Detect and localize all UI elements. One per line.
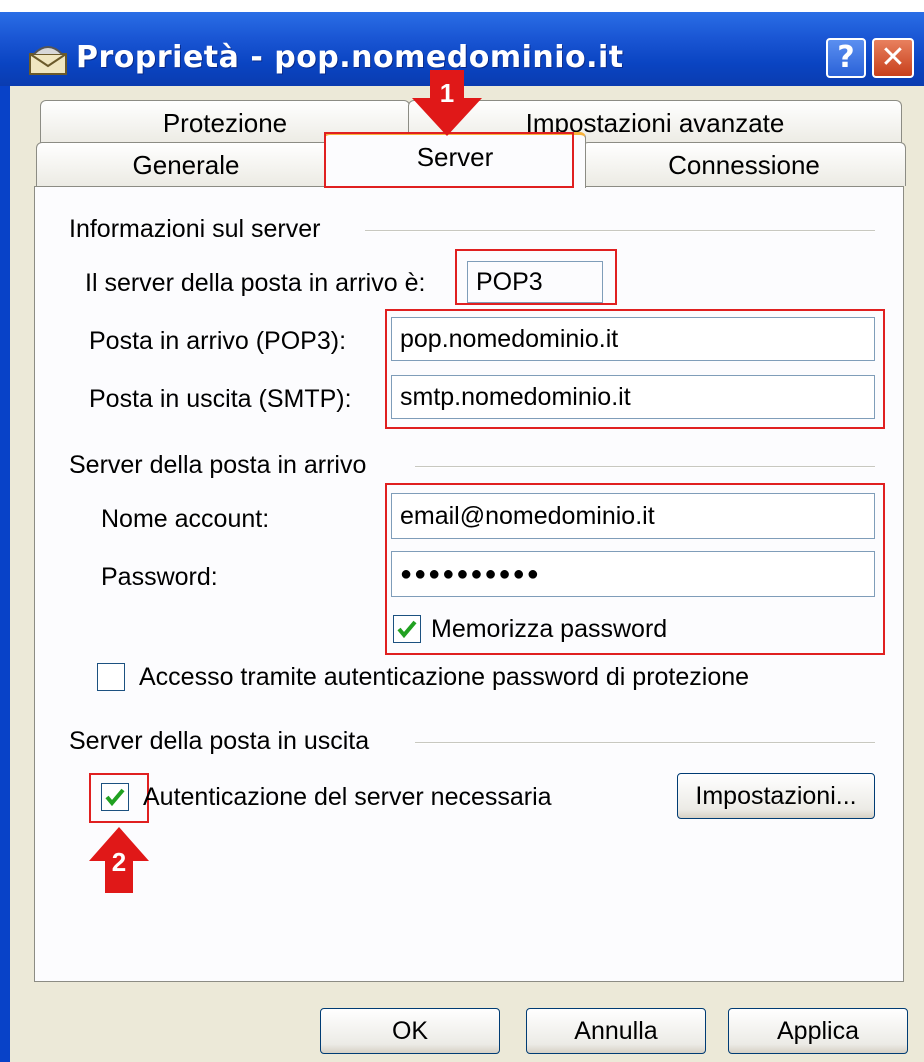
password-label: Password:	[101, 563, 218, 591]
apply-button[interactable]: Applica	[728, 1008, 908, 1054]
group-divider	[415, 742, 875, 744]
group-divider	[365, 230, 875, 232]
close-button[interactable]: ✕	[872, 38, 914, 78]
server-tab-panel: Informazioni sul server Il server della …	[34, 186, 904, 982]
outgoing-heading: Server della posta in uscita	[69, 727, 370, 755]
marker-1-label: 1	[440, 78, 454, 108]
smtp-label: Posta in uscita (SMTP):	[89, 385, 352, 413]
incoming-type-label: Il server della posta in arrivo è:	[85, 269, 426, 297]
server-info-heading: Informazioni sul server	[69, 215, 321, 243]
marker-2-label: 2	[112, 847, 126, 877]
account-label: Nome account:	[101, 505, 270, 533]
marker-2-arrow-icon: 2	[89, 827, 149, 893]
dialog-body: Protezione Impostazioni avanzate General…	[10, 70, 924, 1062]
server-tab-highlight	[324, 132, 574, 188]
server-auth-highlight	[89, 773, 149, 823]
tab-generale[interactable]: Generale	[36, 142, 336, 186]
incoming-heading: Server della posta in arrivo	[69, 451, 367, 479]
server-auth-label: Autenticazione del server necessaria	[143, 783, 552, 811]
marker-1-arrow-icon: 1	[412, 70, 482, 136]
ok-button[interactable]: OK	[320, 1008, 500, 1054]
servers-highlight	[385, 309, 885, 429]
help-button[interactable]: ?	[826, 38, 866, 78]
tab-connessione-label: Connessione	[668, 150, 820, 180]
spa-checkbox[interactable]	[97, 663, 125, 691]
group-divider	[415, 466, 875, 468]
credentials-highlight	[385, 483, 885, 655]
incoming-type-highlight	[455, 249, 617, 305]
outgoing-settings-button[interactable]: Impostazioni...	[677, 773, 875, 819]
window-title: Proprietà - pop.nomedominio.it	[76, 40, 624, 75]
tab-generale-label: Generale	[132, 150, 240, 180]
cancel-button[interactable]: Annulla	[526, 1008, 706, 1054]
spa-label: Accesso tramite autenticazione password …	[139, 663, 750, 691]
pop3-label: Posta in arrivo (POP3):	[89, 327, 347, 355]
tab-connessione[interactable]: Connessione	[582, 142, 906, 186]
account-properties-icon	[29, 46, 67, 75]
